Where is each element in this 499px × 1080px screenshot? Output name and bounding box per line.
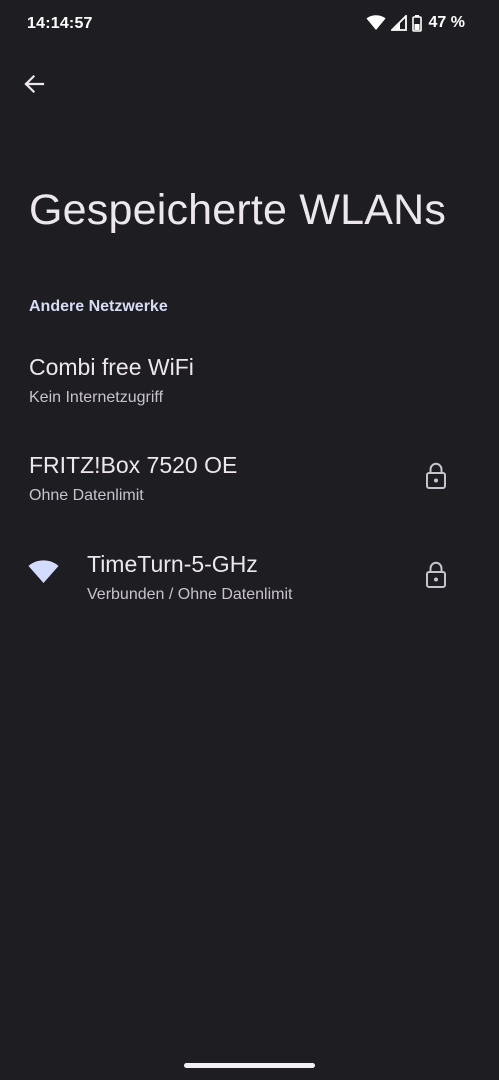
network-item-combi-free-wifi[interactable]: Combi free WiFi Kein Internetzugriff <box>0 354 499 446</box>
section-header: Andere Netzwerke <box>29 298 168 315</box>
network-name: FRITZ!Box 7520 OE <box>29 452 238 478</box>
lock-icon <box>426 462 446 489</box>
network-name: TimeTurn-5-GHz <box>87 551 258 577</box>
gesture-nav-handle[interactable] <box>184 1063 315 1068</box>
lock-icon <box>426 561 446 588</box>
arrow-back-icon <box>24 74 45 94</box>
network-status: Verbunden / Ohne Datenlimit <box>87 586 293 603</box>
network-item-fritzbox[interactable]: FRITZ!Box 7520 OE Ohne Datenlimit <box>0 452 499 544</box>
status-bar: 14:14:57 47 % <box>0 0 499 48</box>
saved-wifi-screen: 14:14:57 47 % Gespeicherte WLANs Andere … <box>0 0 499 1080</box>
status-time: 14:14:57 <box>27 15 93 32</box>
back-button[interactable] <box>16 66 52 102</box>
network-name: Combi free WiFi <box>29 354 194 380</box>
battery-icon <box>411 14 422 32</box>
battery-percent: 47 % <box>428 14 465 31</box>
network-item-timeturn[interactable]: TimeTurn-5-GHz Verbunden / Ohne Datenlim… <box>0 551 499 643</box>
page-title: Gespeicherte WLANs <box>29 186 447 234</box>
wifi-icon <box>28 560 59 583</box>
wifi-status-icon <box>366 15 386 30</box>
network-status: Kein Internetzugriff <box>29 389 164 406</box>
network-status: Ohne Datenlimit <box>29 487 144 504</box>
cell-signal-icon <box>390 15 407 31</box>
status-icons: 47 % <box>366 14 465 32</box>
